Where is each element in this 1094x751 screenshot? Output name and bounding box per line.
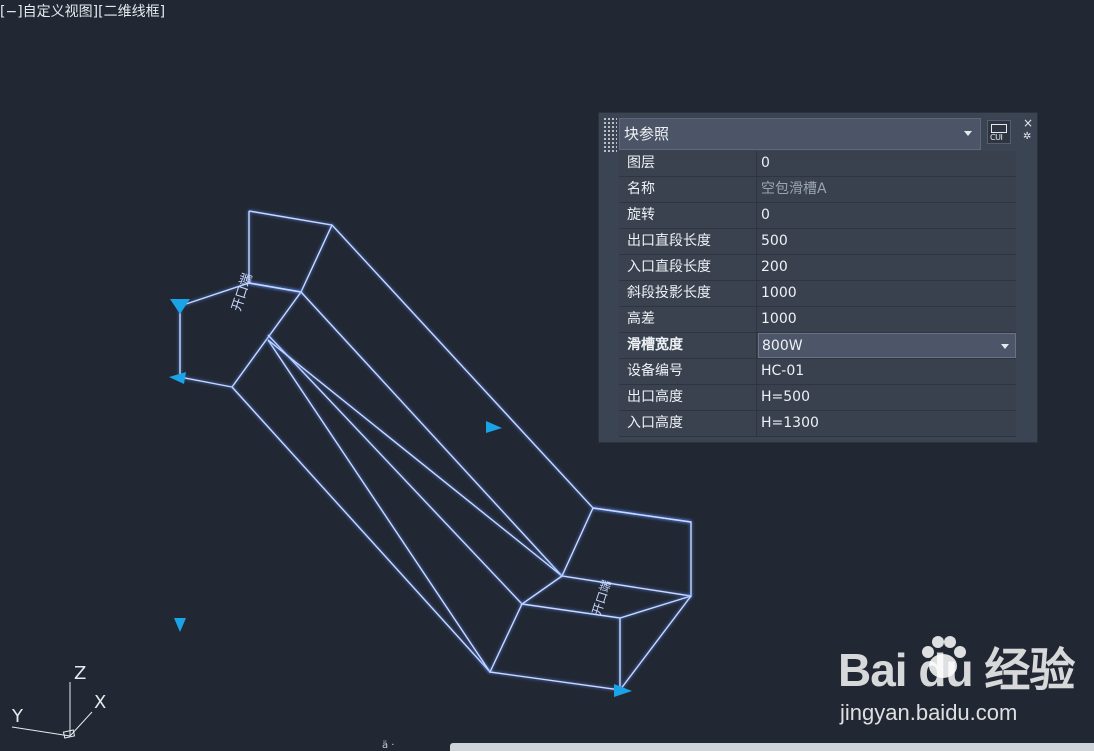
slope-edge-2 [300,291,563,577]
property-value[interactable]: H=1300 [758,411,1016,436]
axis-z-label: Z [74,663,86,684]
property-value[interactable]: 1000 [758,281,1016,306]
property-value[interactable]: 0 [758,151,1016,176]
axis-x-label: X [94,692,106,713]
property-value[interactable]: 0 [758,203,1016,228]
outlet-label: 开口端 [590,578,614,617]
inlet-top-face [248,224,333,293]
slope-edge-5 [267,339,563,577]
property-row-equipment-number[interactable]: 设备编号 HC-01 [619,359,1016,385]
property-row-rotation[interactable]: 旋转 0 [619,203,1016,229]
property-row-slope-projection-length[interactable]: 斜段投影长度 1000 [619,281,1016,307]
grip-triangle-middle[interactable] [486,421,502,433]
property-value: 空包滑槽A [761,181,827,197]
grip-triangle-left[interactable] [169,372,186,384]
property-name: 滑槽宽度 [619,333,757,358]
grip-triangle-lower[interactable] [174,618,186,632]
palette-drag-handle[interactable] [603,117,617,153]
object-type-select[interactable]: 块参照 [619,118,981,150]
watermark-url: jingyan.baidu.com [840,700,1018,725]
property-value[interactable]: 500 [758,229,1016,254]
command-line-bar[interactable] [450,743,1094,751]
property-name: 设备编号 [619,359,757,384]
properties-grid: 图层 0 名称 空包滑槽A 旋转 0 出口直段长度 500 入口直段长度 200… [619,151,1016,437]
property-name: 出口高度 [619,385,757,410]
property-name: 入口高度 [619,411,757,436]
property-row-name[interactable]: 名称 空包滑槽A [619,177,1016,203]
property-name: 出口直段长度 [619,229,757,254]
outlet-top [560,507,692,597]
chevron-down-icon[interactable] [1001,344,1009,349]
slope-edge-4 [267,339,491,673]
properties-palette[interactable]: 块参照 CUI × ✲ 图层 0 名称 空包滑槽A 旋转 0 出口直段长度 50… [598,112,1038,443]
grip-triangle-top[interactable] [170,299,190,314]
property-value[interactable]: 1000 [758,307,1016,332]
paw-icon [922,636,966,678]
outlet-bottom-edge [619,595,692,691]
object-type-label: 块参照 [624,125,670,143]
property-row-outlet-height[interactable]: 出口高度 H=500 [619,385,1016,411]
property-row-inlet-straight-length[interactable]: 入口直段长度 200 [619,255,1016,281]
gear-icon[interactable]: ✲ [1023,131,1031,142]
property-value: 800W [762,338,803,354]
cui-label: CUI [990,133,1003,142]
property-name: 名称 [619,177,757,202]
inlet-label: 开口端 [230,271,256,313]
property-name: 斜段投影长度 [619,281,757,306]
status-mark: ä · [382,740,395,751]
property-row-height-difference[interactable]: 高差 1000 [619,307,1016,333]
inlet-side [179,306,233,388]
property-name: 旋转 [619,203,757,228]
close-icon[interactable]: × [1023,116,1033,130]
property-row-layer[interactable]: 图层 0 [619,151,1016,177]
property-row-inlet-height[interactable]: 入口高度 H=1300 [619,411,1016,437]
ucs-icon: Z X Y [11,663,106,739]
property-value[interactable]: HC-01 [758,359,1016,384]
property-name: 图层 [619,151,757,176]
axis-y-label: Y [11,706,24,727]
property-value[interactable]: H=500 [758,385,1016,410]
property-row-chute-width[interactable]: 滑槽宽度 800W [619,333,1016,359]
quick-select-button[interactable]: CUI [987,120,1011,144]
property-name: 高差 [619,307,757,332]
chevron-down-icon [964,131,972,136]
chute-width-select[interactable]: 800W [758,333,1016,358]
property-name: 入口直段长度 [619,255,757,280]
drawing-viewport[interactable]: [−]自定义视图][二维线框] 开口端 开口端 Z X Y 块参照 CUI × … [0,0,1094,751]
monitor-icon [991,124,1007,133]
property-value[interactable]: 200 [758,255,1016,280]
property-row-outlet-straight-length[interactable]: 出口直段长度 500 [619,229,1016,255]
baidu-watermark: Bai du 经验 jingyan.baidu.com [838,634,1078,730]
